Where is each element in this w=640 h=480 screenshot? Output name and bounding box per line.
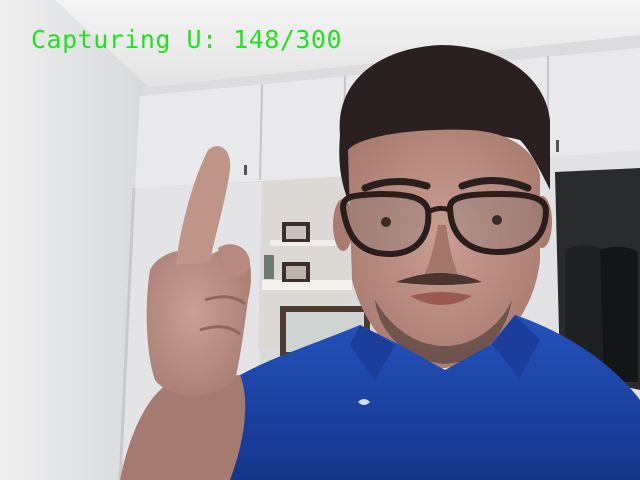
capture-status-text: Capturing U: 148/300 — [31, 25, 343, 54]
left-wall — [0, 0, 140, 480]
camera-image — [0, 0, 640, 480]
webcam-frame: Capturing U: 148/300 — [0, 0, 640, 480]
